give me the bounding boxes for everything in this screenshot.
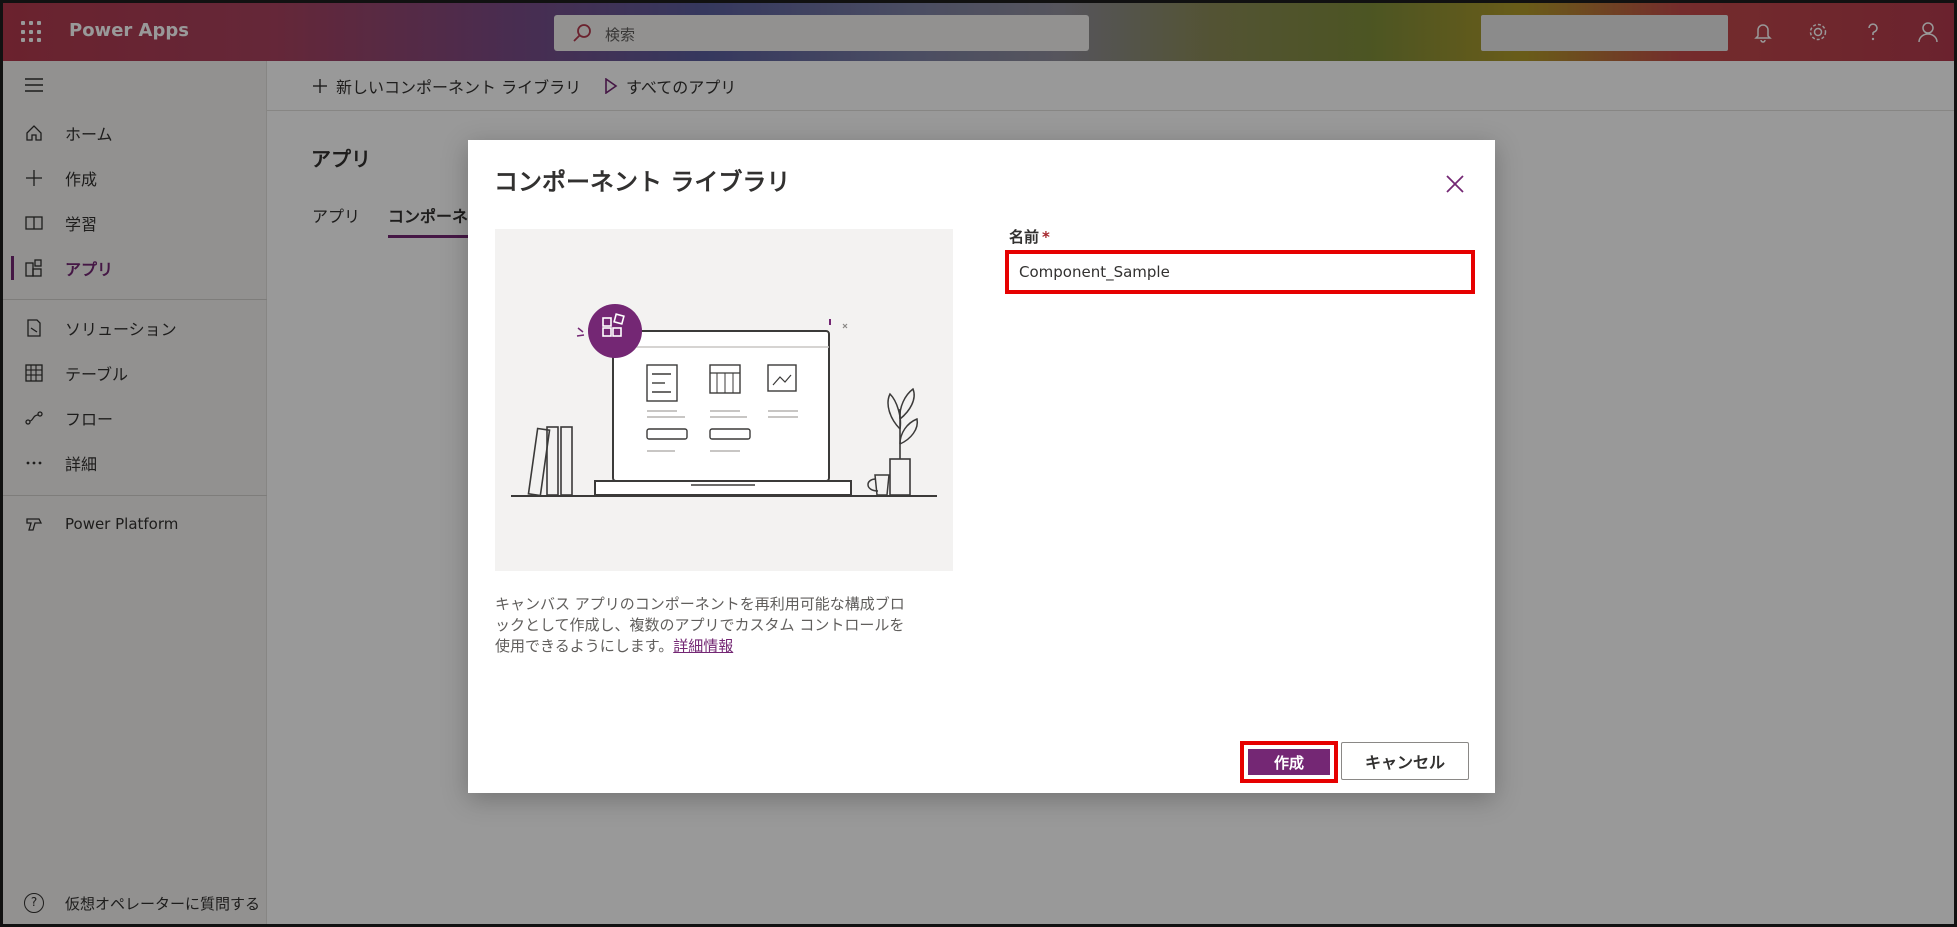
create-button-highlight: 作成 <box>1240 741 1338 783</box>
close-icon[interactable] <box>1443 172 1467 196</box>
illustration <box>495 229 953 571</box>
name-input[interactable] <box>1005 250 1475 294</box>
dialog-title: コンポーネント ライブラリ <box>494 168 791 196</box>
learn-more-link[interactable]: 詳細情報 <box>673 637 733 655</box>
required-mark: * <box>1042 228 1050 246</box>
app-frame: Power Apps 検索 ホーム 作成 学習 アプリ ソリューション テーブル… <box>0 0 1957 927</box>
name-label: 名前 * <box>1009 226 1050 247</box>
component-library-dialog: コンポーネント ライブラリ キャンバス アプリのコンポーネントを再利用可能な構成… <box>468 140 1495 793</box>
name-label-text: 名前 <box>1009 228 1040 246</box>
cancel-button[interactable]: キャンセル <box>1341 742 1469 780</box>
dialog-description: キャンバス アプリのコンポーネントを再利用可能な構成ブロックとして作成し、複数の… <box>495 594 915 657</box>
create-button[interactable]: 作成 <box>1248 749 1330 775</box>
